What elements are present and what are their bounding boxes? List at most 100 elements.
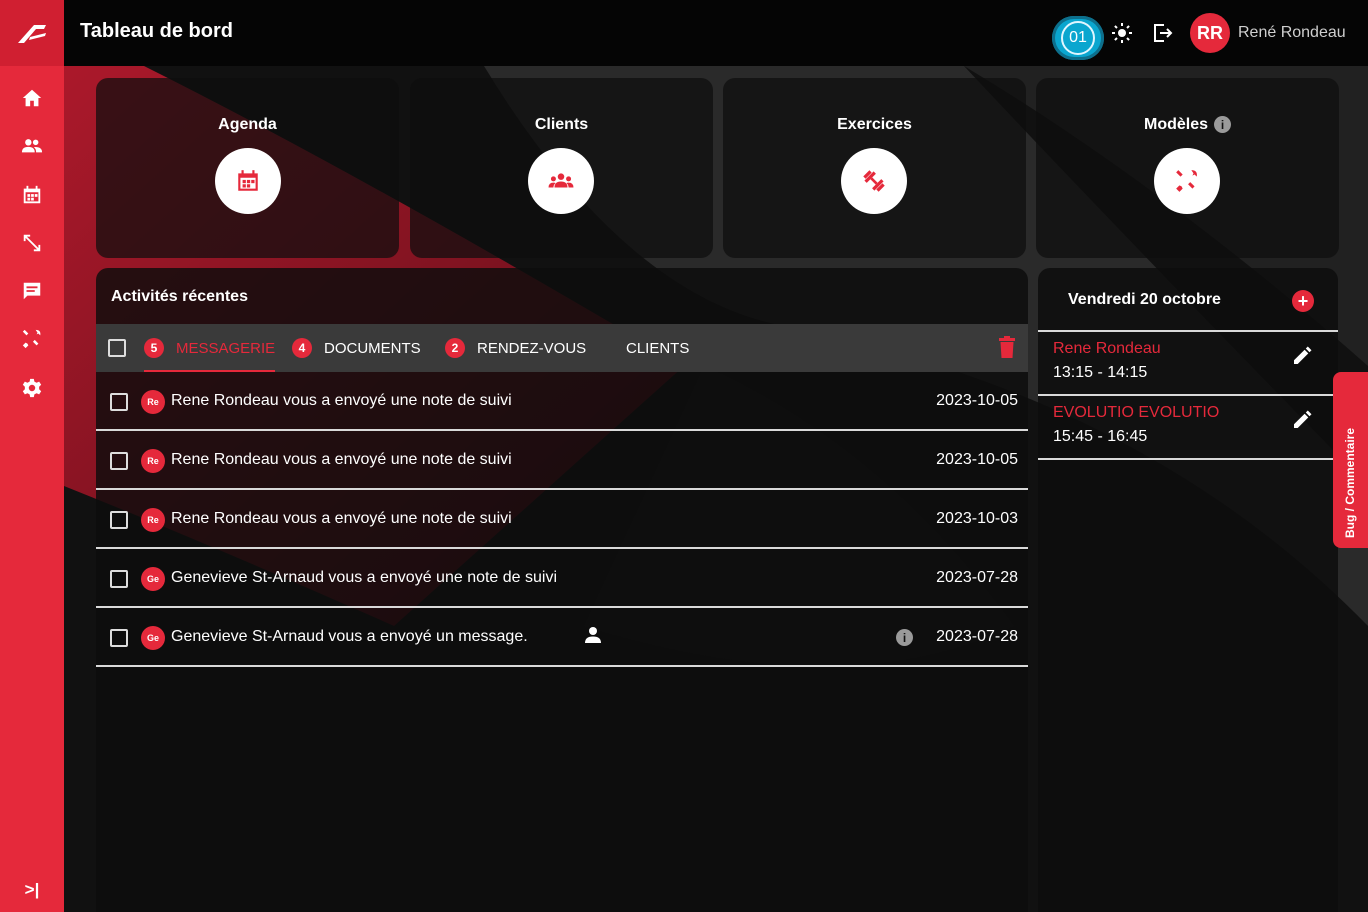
dumbbell-icon <box>863 170 885 192</box>
badge-label: 01 <box>1061 21 1095 55</box>
tab-rendez-vous[interactable]: 2 RENDEZ-VOUS <box>445 324 586 372</box>
activity-row[interactable]: Re Rene Rondeau vous a envoyé une note d… <box>96 490 1028 549</box>
info-icon[interactable]: i <box>896 629 913 646</box>
tools-icon <box>1176 170 1197 192</box>
appointment-item[interactable]: EVOLUTIO EVOLUTIO 15:45 - 16:45 <box>1038 394 1338 460</box>
tab-messagerie[interactable]: 5 MESSAGERIE <box>144 324 276 372</box>
row-checkbox[interactable] <box>110 393 128 411</box>
tab-label: DOCUMENTS <box>324 339 421 357</box>
theme-toggle-button[interactable] <box>1110 21 1134 45</box>
nav-exercises[interactable] <box>0 219 64 267</box>
card-title-text: Modèles <box>1143 116 1208 133</box>
select-all-checkbox[interactable] <box>108 339 126 357</box>
tab-clients[interactable]: CLIENTS <box>626 324 689 372</box>
exercise-icon <box>23 234 41 252</box>
card-title: Modèles i <box>1036 116 1339 134</box>
add-appointment-button[interactable]: + <box>1292 290 1314 312</box>
tab-label: RENDEZ-VOUS <box>477 339 587 357</box>
nav-messages[interactable] <box>0 267 64 315</box>
tab-documents[interactable]: 4 DOCUMENTS <box>292 324 421 372</box>
card-clients[interactable]: Clients <box>410 78 713 258</box>
activity-text[interactable]: Genevieve St-Arnaud vous a envoyé une no… <box>171 569 557 587</box>
activity-text[interactable]: Rene Rondeau vous a envoyé une note de s… <box>171 510 512 528</box>
card-icon-circle <box>215 148 281 214</box>
appointment-client[interactable]: EVOLUTIO EVOLUTIO <box>1053 404 1219 422</box>
user-avatar[interactable]: RR <box>1190 13 1230 53</box>
pencil-icon <box>1294 346 1312 364</box>
activity-row[interactable]: Ge Genevieve St-Arnaud vous a envoyé une… <box>96 549 1028 608</box>
card-title: Agenda <box>218 116 277 133</box>
activity-tabs: 5 MESSAGERIE 4 DOCUMENTS 2 RENDEZ-VOUS C… <box>96 324 1028 372</box>
row-checkbox[interactable] <box>110 511 128 529</box>
bug-feedback-tab[interactable]: Bug / Commentaire <box>1333 372 1368 548</box>
sender-avatar: Re <box>141 390 165 414</box>
info-icon[interactable]: i <box>1214 116 1231 134</box>
nav-calendar[interactable] <box>0 171 64 219</box>
nav-home[interactable] <box>0 74 64 122</box>
row-checkbox[interactable] <box>110 452 128 470</box>
top-bar: Tableau de bord 01 RR René Rondeau <box>64 0 1368 66</box>
page-title: Tableau de bord <box>80 20 233 42</box>
appointment-item[interactable]: Rene Rondeau 13:15 - 14:15 <box>1038 330 1338 394</box>
delete-button[interactable] <box>998 336 1016 358</box>
card-icon-circle <box>528 148 594 214</box>
row-checkbox[interactable] <box>110 570 128 588</box>
calendar-icon <box>23 185 41 204</box>
pencil-icon <box>1294 410 1312 428</box>
card-title: Clients <box>534 116 589 133</box>
card-agenda[interactable]: Agenda <box>96 78 399 258</box>
tab-label: CLIENTS <box>626 339 690 357</box>
user-name[interactable]: René Rondeau <box>1238 24 1346 42</box>
agenda-panel: Vendredi 20 octobre + Rene Rondeau 13:15… <box>1038 268 1338 912</box>
activity-row[interactable]: Re Rene Rondeau vous a envoyé une note d… <box>96 372 1028 431</box>
agenda-date-title: Vendredi 20 octobre <box>1068 291 1221 308</box>
edit-appointment-button[interactable] <box>1294 410 1312 428</box>
activity-text[interactable]: Rene Rondeau vous a envoyé une note de s… <box>171 392 512 410</box>
activity-date: 2023-10-05 <box>936 451 1018 468</box>
card-templates[interactable]: Modèles i <box>1036 78 1339 258</box>
appointment-time: 15:45 - 16:45 <box>1053 428 1148 445</box>
activity-text[interactable]: Rene Rondeau vous a envoyé une note de s… <box>171 451 512 469</box>
nav-settings[interactable] <box>0 364 64 412</box>
sidebar: >| <box>0 0 64 912</box>
settings-icon <box>22 378 42 398</box>
tab-label: MESSAGERIE <box>176 339 276 357</box>
sidebar-collapse-button[interactable]: >| <box>0 866 64 912</box>
person-icon <box>585 627 601 643</box>
notification-badge[interactable]: 01 <box>1052 16 1104 60</box>
logo-icon <box>18 25 46 43</box>
users-icon <box>21 139 43 153</box>
sender-avatar: Re <box>141 449 165 473</box>
card-icon-circle <box>1154 148 1220 214</box>
activity-row[interactable]: Ge Genevieve St-Arnaud vous a envoyé un … <box>96 608 1028 667</box>
nav-clients[interactable] <box>0 122 64 170</box>
calendar-icon <box>238 170 258 191</box>
card-icon-circle <box>841 148 907 214</box>
activity-date: 2023-07-28 <box>936 569 1018 586</box>
activity-date: 2023-10-05 <box>936 392 1018 409</box>
panel-title: Activités récentes <box>111 288 248 305</box>
logout-button[interactable] <box>1150 21 1174 45</box>
sun-icon <box>1112 23 1132 43</box>
activity-row[interactable]: Re Rene Rondeau vous a envoyé une note d… <box>96 431 1028 490</box>
sender-avatar: Re <box>141 508 165 532</box>
home-icon <box>22 89 42 107</box>
tab-count: 4 <box>292 338 312 358</box>
app-logo[interactable] <box>0 0 64 66</box>
client-link-button[interactable] <box>583 625 603 645</box>
appointment-time: 13:15 - 14:15 <box>1053 364 1148 381</box>
activity-text[interactable]: Genevieve St-Arnaud vous a envoyé un mes… <box>171 628 528 646</box>
logout-icon <box>1154 24 1173 42</box>
sender-avatar: Ge <box>141 626 165 650</box>
edit-appointment-button[interactable] <box>1294 346 1312 364</box>
appointment-client[interactable]: Rene Rondeau <box>1053 340 1161 358</box>
group-icon <box>548 173 574 188</box>
nav-tools[interactable] <box>0 315 64 363</box>
activity-date: 2023-07-28 <box>936 628 1018 645</box>
tab-count: 5 <box>144 338 164 358</box>
recent-activities-panel: Activités récentes 5 MESSAGERIE 4 DOCUME… <box>96 268 1028 912</box>
card-exercises[interactable]: Exercices <box>723 78 1026 258</box>
trash-icon <box>999 336 1015 358</box>
bug-feedback-label: Bug / Commentaire <box>1343 427 1357 538</box>
row-checkbox[interactable] <box>110 629 128 647</box>
